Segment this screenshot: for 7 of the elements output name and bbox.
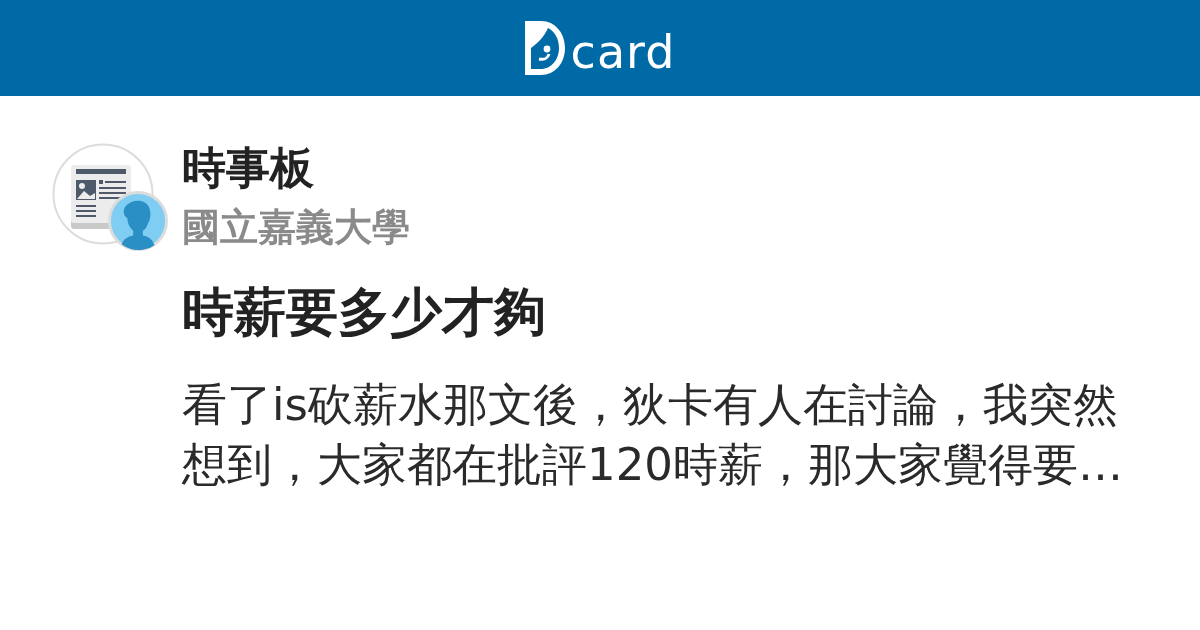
logo-text: card — [570, 29, 676, 75]
school-name: 國立嘉義大學 — [182, 204, 410, 251]
post-excerpt: 看了is砍薪水那文後，狄卡有人在討論，我突然想到，大家都在批評120時薪，那大家覺得要… — [182, 377, 1124, 493]
post-title: 時薪要多少才夠 — [182, 282, 546, 342]
user-avatar-icon — [108, 191, 168, 251]
forum-name: 時事板 — [182, 142, 314, 194]
logo-icon — [524, 21, 565, 75]
